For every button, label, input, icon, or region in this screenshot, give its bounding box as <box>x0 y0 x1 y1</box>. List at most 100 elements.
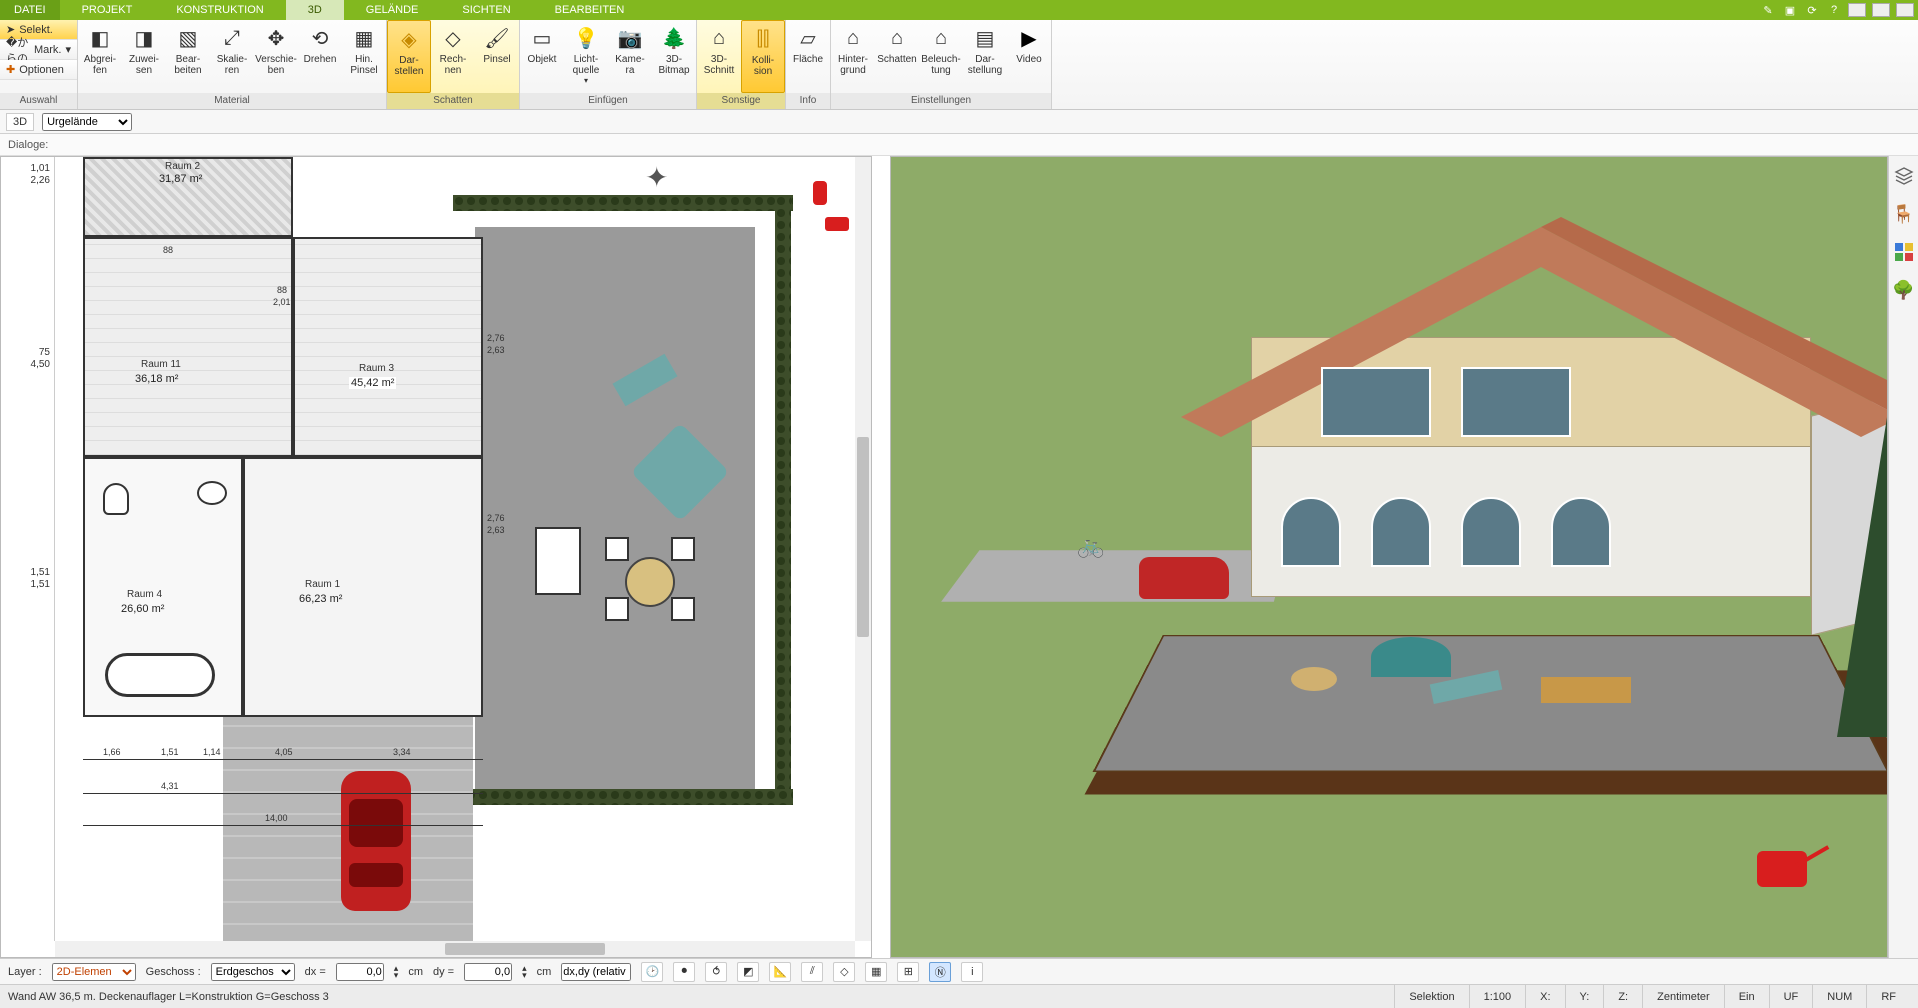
pane-splitter[interactable] <box>872 156 880 958</box>
clock-icon[interactable]: 🕑 <box>641 962 663 982</box>
dx-unit: cm <box>408 966 423 978</box>
geschoss-dropdown[interactable]: Erdgeschos <box>211 963 295 981</box>
beleuchtung-button[interactable]: ⌂Beleuch- tung <box>919 20 963 93</box>
plan-canvas[interactable]: ⇡ ✦ Raum 2 31,87 m² Raum 11 36,18 m² Rau… <box>55 157 855 941</box>
hin-pinsel-button[interactable]: ▦Hin. Pinsel <box>342 20 386 93</box>
help-icon[interactable]: ? <box>1826 2 1842 18</box>
north-lock-icon[interactable]: Ⓝ <box>929 962 951 982</box>
kamera-button[interactable]: 📷Kame- ra <box>608 20 652 93</box>
maximize-button[interactable] <box>1872 3 1890 17</box>
scrollbar-thumb[interactable] <box>857 437 869 637</box>
room-1[interactable]: Raum 1 66,23 m² <box>243 457 483 717</box>
2d-plan-view[interactable]: 1,01 2,26 75 4,50 1,51 1,51 ⇡ ✦ Raum 2 3… <box>0 156 872 958</box>
palette-icon[interactable] <box>1894 242 1914 262</box>
flaeche-button[interactable]: ▱Fläche <box>786 20 830 93</box>
sofa-icon <box>535 527 581 595</box>
window-upper <box>1321 367 1431 437</box>
zuweisen-button[interactable]: ◨Zuwei- sen <box>122 20 166 93</box>
tab-datei[interactable]: DATEI <box>0 0 60 20</box>
cube-calc-icon: ◇ <box>439 24 467 52</box>
bicycle-icon: 🚲 <box>1077 533 1104 559</box>
close-button[interactable] <box>1896 3 1914 17</box>
room-2[interactable]: Raum 2 31,87 m² <box>83 157 293 237</box>
parallel-icon[interactable]: ⫽ <box>801 962 823 982</box>
layer-dropdown[interactable]: 2D-Elemen <box>52 963 136 981</box>
toilet-icon <box>103 483 129 515</box>
spinner-icon[interactable]: ▴▾ <box>394 965 399 979</box>
abgreifen-button[interactable]: ◧Abgrei- fen <box>78 20 122 93</box>
dimension-chain <box>83 759 483 760</box>
chevron-down-icon: ▾ <box>65 43 71 56</box>
drehen-button[interactable]: ⟲Drehen <box>298 20 342 93</box>
room-3[interactable]: Raum 3 45,42 m² <box>293 237 483 457</box>
info-toggle-icon[interactable]: i <box>961 962 983 982</box>
scrollbar-thumb[interactable] <box>445 943 605 955</box>
dialog-label: Dialoge: <box>8 139 48 151</box>
darstellen-button[interactable]: ◈Dar- stellen <box>387 20 431 93</box>
dim-text: 2,76 <box>487 513 505 523</box>
record-icon[interactable]: ⏺ <box>673 962 695 982</box>
coord-mode-readout[interactable] <box>561 963 631 981</box>
schatten-settings-button[interactable]: ⌂Schatten <box>875 20 919 93</box>
darstellung-button[interactable]: ▤Dar- stellung <box>963 20 1007 93</box>
hintergrund-button[interactable]: ⌂Hinter- grund <box>831 20 875 93</box>
grid-icon[interactable]: ⊞ <box>897 962 919 982</box>
eyedropper-box-icon: ◧ <box>86 24 114 52</box>
window-ground <box>1551 497 1611 567</box>
assign-box-icon: ◨ <box>130 24 158 52</box>
light-icon: 💡 <box>572 24 600 52</box>
ruler-left: 1,01 2,26 75 4,50 1,51 1,51 <box>1 157 55 941</box>
3d-view[interactable]: 🚲 <box>890 156 1888 958</box>
tab-projekt[interactable]: PROJEKT <box>60 0 155 20</box>
pinsel-button[interactable]: 🖌Pinsel <box>475 20 519 93</box>
room-4[interactable]: Raum 4 26,60 m² <box>83 457 243 717</box>
grid-snap-icon[interactable]: ▦ <box>865 962 887 982</box>
dialog-bar: Dialoge: <box>0 134 1918 156</box>
window-icon[interactable]: ▣ <box>1782 2 1798 18</box>
angle-snap-icon[interactable]: 📐 <box>769 962 791 982</box>
3d-bitmap-button[interactable]: 🌲3D- Bitmap <box>652 20 696 93</box>
skalieren-button[interactable]: ⤢Skalie- ren <box>210 20 254 93</box>
link-icon[interactable]: ⥀ <box>705 962 727 982</box>
workspace: 1,01 2,26 75 4,50 1,51 1,51 ⇡ ✦ Raum 2 3… <box>0 156 1888 958</box>
tab-bearbeiten[interactable]: BEARBEITEN <box>533 0 647 20</box>
dy-input[interactable] <box>464 963 512 981</box>
kollision-button[interactable]: ⫿⫿Kolli- sion <box>741 20 785 93</box>
tab-konstruktion[interactable]: KONSTRUKTION <box>154 0 285 20</box>
layers-icon[interactable] <box>1894 166 1914 186</box>
snap-icon[interactable]: ◩ <box>737 962 759 982</box>
3d-mower <box>1757 851 1807 887</box>
dim-text: 4,05 <box>275 747 293 757</box>
scrollbar-horizontal[interactable] <box>55 941 855 957</box>
spinner-icon[interactable]: ▴▾ <box>522 965 527 979</box>
mark-button[interactable]: �からのMark.▾ <box>0 40 77 60</box>
car-top-view[interactable] <box>341 771 411 911</box>
pencil-icon[interactable]: ✎ <box>1760 2 1776 18</box>
titlebar-right: ✎ ▣ ⟳ ? <box>1760 0 1918 20</box>
view-selector-bar: 3D Urgelände <box>0 110 1918 134</box>
video-button[interactable]: ▶Video <box>1007 20 1051 93</box>
armchair-icon[interactable]: 🪑 <box>1894 204 1914 224</box>
bearbeiten-button[interactable]: ▧Bear- beiten <box>166 20 210 93</box>
terrace-slab <box>475 227 755 797</box>
minimize-button[interactable] <box>1848 3 1866 17</box>
ribbon-group-einfuegen: ▭Objekt 💡Licht- quelle▾ 📷Kame- ra 🌲3D- B… <box>520 20 697 109</box>
refresh-icon[interactable]: ⟳ <box>1804 2 1820 18</box>
tree-dock-icon[interactable]: 🌳 <box>1894 280 1914 300</box>
tab-3d[interactable]: 3D <box>286 0 344 20</box>
ortho-icon[interactable]: ◇ <box>833 962 855 982</box>
3d-schnitt-button[interactable]: ⌂3D- Schnitt <box>697 20 741 93</box>
objekt-button[interactable]: ▭Objekt <box>520 20 564 93</box>
rechnen-button[interactable]: ◇Rech- nen <box>431 20 475 93</box>
view-dropdown[interactable]: Urgelände <box>42 113 132 131</box>
scrollbar-vertical[interactable] <box>855 157 871 941</box>
tab-sichten[interactable]: SICHTEN <box>440 0 532 20</box>
edit-box-icon: ▧ <box>174 24 202 52</box>
verschieben-button[interactable]: ✥Verschie- ben <box>254 20 298 93</box>
3d-umbrella-icon <box>1371 637 1451 677</box>
dx-input[interactable] <box>336 963 384 981</box>
lichtquelle-button[interactable]: 💡Licht- quelle▾ <box>564 20 608 93</box>
room-11[interactable]: Raum 11 36,18 m² <box>83 237 293 457</box>
tab-gelaende[interactable]: GELÄNDE <box>344 0 441 20</box>
options-button[interactable]: ✚Optionen <box>0 60 77 80</box>
